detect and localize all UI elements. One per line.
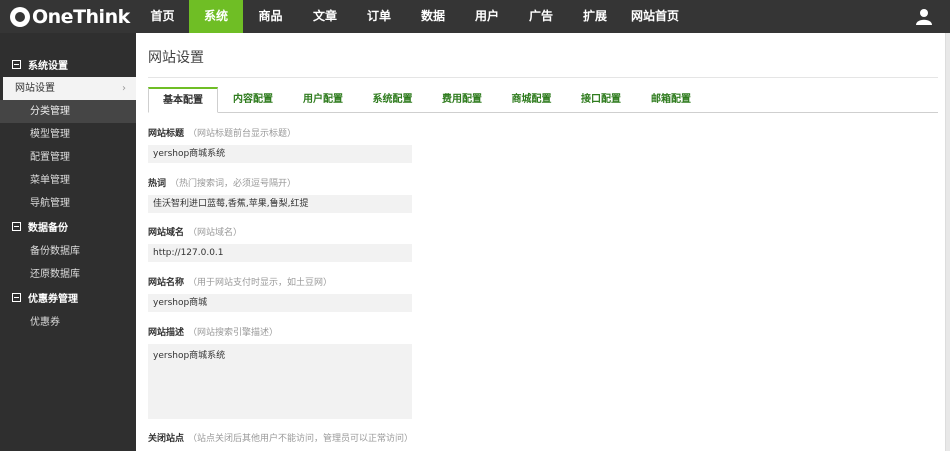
tab-basic[interactable]: 基本配置 bbox=[148, 87, 218, 113]
collapse-icon bbox=[12, 221, 21, 231]
sidebar-group-label: 系统设置 bbox=[28, 60, 68, 72]
nav-orders[interactable]: 订单 bbox=[352, 0, 406, 33]
tab-content[interactable]: 内容配置 bbox=[218, 87, 288, 113]
sidebar-item-restore-database[interactable]: 还原数据库 bbox=[0, 263, 136, 286]
top-bar: OneThink 首页 系统 商品 文章 订单 数据 用户 广告 扩展 网站首页 bbox=[0, 0, 950, 33]
field-hint: （站点关闭后其他用户不能访问，管理员可以正常访问） bbox=[188, 434, 414, 444]
tab-users[interactable]: 用户配置 bbox=[288, 87, 358, 113]
collapse-icon bbox=[12, 292, 21, 302]
field-label-hot-words: 热词 （热门搜索词，必须逗号隔开） bbox=[148, 176, 296, 189]
label-text: 网站标题 bbox=[148, 129, 185, 139]
scrollbar[interactable] bbox=[946, 33, 950, 451]
tab-mall[interactable]: 商城配置 bbox=[497, 87, 566, 113]
site-domain-input[interactable]: http://127.0.0.1 bbox=[148, 244, 412, 262]
field-hint: （网站域名） bbox=[188, 228, 243, 238]
divider bbox=[148, 77, 938, 78]
field-label-site-name: 网站名称 （用于网站支付时显示，如土豆网） bbox=[148, 275, 332, 288]
sidebar-group-system-settings[interactable]: 系统设置 bbox=[0, 53, 136, 75]
sidebar-item-backup-database[interactable]: 备份数据库 bbox=[0, 240, 136, 263]
field-label-close-site: 关闭站点 （站点关闭后其他用户不能访问，管理员可以正常访问） bbox=[148, 431, 413, 444]
label-text: 网站描述 bbox=[148, 328, 185, 338]
sidebar-item-model-management[interactable]: 模型管理 bbox=[0, 123, 136, 146]
label-text: 关闭站点 bbox=[148, 434, 185, 444]
label-text: 网站域名 bbox=[148, 228, 185, 238]
settings-tabs: 基本配置 内容配置 用户配置 系统配置 费用配置 商城配置 接口配置 邮箱配置 bbox=[148, 87, 938, 113]
site-title-input[interactable]: yershop商城系统 bbox=[148, 145, 412, 163]
field-label-site-domain: 网站域名 （网站域名） bbox=[148, 225, 242, 238]
site-description-textarea[interactable]: yershop商城系统 bbox=[148, 344, 412, 419]
logo[interactable]: OneThink bbox=[10, 5, 130, 29]
field-hint: （用于网站支付时显示，如土豆网） bbox=[188, 278, 333, 288]
sidebar-item-label: 网站设置 bbox=[15, 83, 55, 94]
tab-fees[interactable]: 费用配置 bbox=[427, 87, 497, 113]
nav-site-home[interactable]: 网站首页 bbox=[622, 0, 688, 33]
main-nav: 首页 系统 商品 文章 订单 数据 用户 广告 扩展 网站首页 bbox=[136, 0, 688, 33]
sidebar-group-label: 数据备份 bbox=[28, 222, 68, 234]
sidebar-item-coupons[interactable]: 优惠券 bbox=[0, 311, 136, 334]
nav-users[interactable]: 用户 bbox=[460, 0, 514, 33]
logo-text: OneThink bbox=[32, 6, 130, 28]
nav-home[interactable]: 首页 bbox=[136, 0, 189, 33]
field-hint: （网站搜索引擎描述） bbox=[188, 328, 279, 338]
nav-data[interactable]: 数据 bbox=[406, 0, 460, 33]
sidebar-group-label: 优惠券管理 bbox=[28, 293, 78, 305]
sidebar-group-data-backup[interactable]: 数据备份 bbox=[0, 215, 136, 237]
tab-api[interactable]: 接口配置 bbox=[566, 87, 636, 113]
hot-words-input[interactable]: 佳沃智利进口蓝莓,香蕉,苹果,鲁梨,红提 bbox=[148, 195, 412, 213]
sidebar-item-category-management[interactable]: 分类管理 bbox=[0, 100, 136, 123]
nav-extensions[interactable]: 扩展 bbox=[568, 0, 622, 33]
sidebar-group-coupon-management[interactable]: 优惠券管理 bbox=[0, 286, 136, 308]
page-title: 网站设置 bbox=[148, 50, 204, 66]
nav-articles[interactable]: 文章 bbox=[298, 0, 352, 33]
sidebar-item-config-management[interactable]: 配置管理 bbox=[0, 146, 136, 169]
collapse-icon bbox=[12, 59, 21, 69]
tab-system[interactable]: 系统配置 bbox=[358, 87, 427, 113]
label-text: 热词 bbox=[148, 179, 167, 189]
field-hint: （网站标题前台显示标题） bbox=[188, 129, 297, 139]
field-label-site-title: 网站标题 （网站标题前台显示标题） bbox=[148, 126, 296, 139]
site-name-input[interactable]: yershop商城 bbox=[148, 294, 412, 312]
chevron-right-icon: › bbox=[122, 83, 126, 94]
tab-email[interactable]: 邮箱配置 bbox=[636, 87, 706, 113]
user-icon[interactable] bbox=[916, 8, 932, 25]
nav-ads[interactable]: 广告 bbox=[514, 0, 568, 33]
sidebar-item-menu-management[interactable]: 菜单管理 bbox=[0, 169, 136, 192]
sidebar: 系统设置 网站设置 › 分类管理 模型管理 配置管理 菜单管理 导航管理 数据备… bbox=[0, 33, 136, 451]
label-text: 网站名称 bbox=[148, 278, 185, 288]
logo-icon bbox=[10, 7, 30, 27]
sidebar-item-nav-management[interactable]: 导航管理 bbox=[0, 192, 136, 215]
field-hint: （热门搜索词，必须逗号隔开） bbox=[170, 179, 297, 189]
field-label-site-description: 网站描述 （网站搜索引擎描述） bbox=[148, 325, 278, 338]
sidebar-item-site-settings[interactable]: 网站设置 › bbox=[3, 77, 136, 100]
main-content: 网站设置 基本配置 内容配置 用户配置 系统配置 费用配置 商城配置 接口配置 … bbox=[136, 33, 946, 451]
nav-system[interactable]: 系统 bbox=[189, 0, 243, 33]
nav-goods[interactable]: 商品 bbox=[243, 0, 298, 33]
